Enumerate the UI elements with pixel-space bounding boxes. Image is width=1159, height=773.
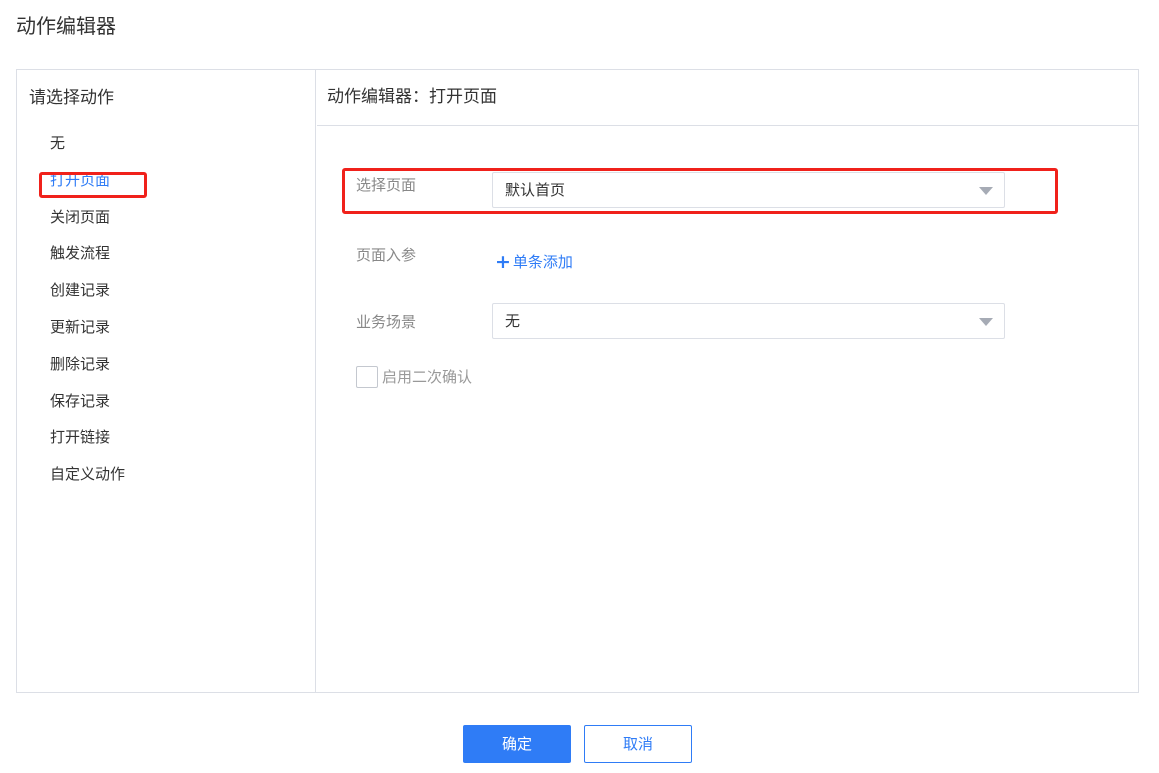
action-item-custom-action[interactable]: 自定义动作 [50, 463, 125, 500]
action-item-label: 创建记录 [50, 281, 111, 300]
cancel-button[interactable]: 取消 [584, 725, 692, 763]
action-item-save-record[interactable]: 保存记录 [50, 390, 125, 427]
dialog-title: 动作编辑器 [16, 14, 116, 38]
add-param-button[interactable]: + 单条添加 [495, 251, 573, 273]
select-page-label: 选择页面 [356, 176, 417, 194]
second-confirm-label: 启用二次确认 [382, 368, 473, 386]
select-page-dropdown[interactable]: 默认首页 [492, 172, 1005, 208]
action-item-label: 删除记录 [50, 354, 111, 373]
confirm-button[interactable]: 确定 [463, 725, 571, 763]
action-item-open-link[interactable]: 打开链接 [50, 426, 125, 463]
action-item-update-record[interactable]: 更新记录 [50, 316, 125, 353]
action-list-panel: 请选择动作 无 打开页面 关闭页面 触发流程 创建记录 更新记录 删除记录 保存… [17, 70, 316, 692]
action-item-delete-record[interactable]: 删除记录 [50, 353, 125, 390]
action-list: 无 打开页面 关闭页面 触发流程 创建记录 更新记录 删除记录 保存记录 打开链… [50, 132, 125, 500]
business-scene-label: 业务场景 [356, 313, 417, 331]
action-item-label: 关闭页面 [50, 207, 111, 226]
action-editor-frame: 请选择动作 无 打开页面 关闭页面 触发流程 创建记录 更新记录 删除记录 保存… [16, 69, 1139, 693]
action-config-panel: 动作编辑器：打开页面 选择页面 默认首页 页面入参 + 单条添加 业务场景 无 启… [317, 70, 1138, 692]
action-item-none[interactable]: 无 [50, 132, 125, 169]
action-item-label: 无 [50, 134, 66, 152]
plus-icon: + [495, 251, 511, 273]
action-item-label: 自定义动作 [50, 465, 126, 484]
action-item-trigger-flow[interactable]: 触发流程 [50, 242, 125, 279]
action-item-label: 保存记录 [50, 391, 111, 410]
business-scene-value: 无 [505, 312, 521, 330]
action-config-header: 动作编辑器：打开页面 [317, 70, 1138, 126]
action-item-create-record[interactable]: 创建记录 [50, 279, 125, 316]
action-list-header: 请选择动作 [29, 88, 114, 108]
action-item-close-page[interactable]: 关闭页面 [50, 206, 125, 243]
select-page-value: 默认首页 [505, 181, 566, 199]
action-item-label: 打开页面 [50, 170, 111, 189]
action-item-label: 打开链接 [50, 428, 111, 447]
page-params-label: 页面入参 [356, 246, 417, 264]
action-item-label: 更新记录 [50, 317, 111, 336]
action-item-open-page[interactable]: 打开页面 [50, 169, 125, 206]
add-param-label: 单条添加 [512, 253, 573, 271]
action-item-label: 触发流程 [50, 244, 111, 263]
second-confirm-checkbox[interactable] [356, 366, 378, 388]
second-confirm-option[interactable]: 启用二次确认 [356, 366, 472, 388]
business-scene-dropdown[interactable]: 无 [492, 303, 1005, 339]
chevron-down-icon [979, 187, 993, 195]
chevron-down-icon [979, 318, 993, 326]
